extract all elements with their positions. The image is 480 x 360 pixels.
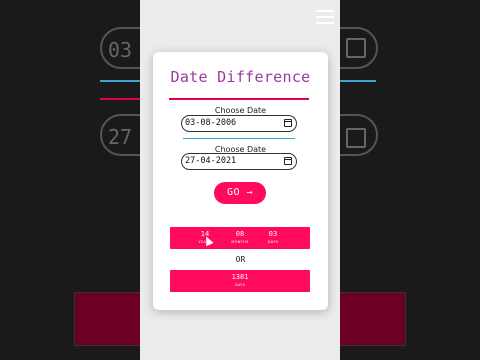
background-date-field-1: 03 - xyxy=(100,27,140,69)
date-difference-card: Date Difference Choose Date 03-08-2006 C… xyxy=(153,52,328,310)
main-stage: Date Difference Choose Date 03-08-2006 C… xyxy=(140,0,340,360)
result-total-days-bar: 1381 DAYS xyxy=(170,270,310,292)
background-calendar-icon xyxy=(346,38,366,58)
calendar-icon[interactable] xyxy=(284,119,292,127)
result-ymd-bar: 14 YEARS 08 MONTHS 03 DAYS xyxy=(170,227,310,249)
days-label: DAYS xyxy=(267,240,279,244)
background-underline xyxy=(100,80,140,82)
or-separator: OR xyxy=(235,255,246,264)
total-days-value: 1381 xyxy=(231,273,249,281)
background-right xyxy=(340,0,480,360)
months-value: 08 xyxy=(235,230,245,238)
days-cell: 03 DAYS xyxy=(258,230,288,245)
months-cell: 08 MONTHS xyxy=(225,230,255,245)
background-result-bar-right xyxy=(340,292,406,346)
background-date-field-2: 27 - xyxy=(100,114,140,156)
days-value: 03 xyxy=(268,230,278,238)
total-days-label: DAYS xyxy=(234,283,246,287)
date2-input[interactable]: 27-04-2021 xyxy=(181,153,297,170)
background-underline-right xyxy=(340,80,376,82)
page-title: Date Difference xyxy=(170,68,311,86)
calendar-icon[interactable] xyxy=(284,157,292,165)
background-title-line xyxy=(100,98,140,100)
background-result-bar xyxy=(74,292,140,346)
background-calendar-icon-2 xyxy=(346,128,366,148)
total-days-cell: 1381 DAYS xyxy=(225,273,255,288)
go-button[interactable]: GO → xyxy=(214,182,266,204)
months-label: MONTHS xyxy=(231,240,249,244)
app-screen: 03 - 27 - Date Difference Choose Date 03… xyxy=(0,0,480,360)
title-divider xyxy=(169,98,309,100)
date1-label: Choose Date xyxy=(214,106,267,115)
date1-input[interactable]: 03-08-2006 xyxy=(181,115,297,132)
background-left: 03 - 27 - xyxy=(0,0,140,360)
menu-icon[interactable] xyxy=(316,10,334,24)
date1-underline xyxy=(183,138,295,139)
